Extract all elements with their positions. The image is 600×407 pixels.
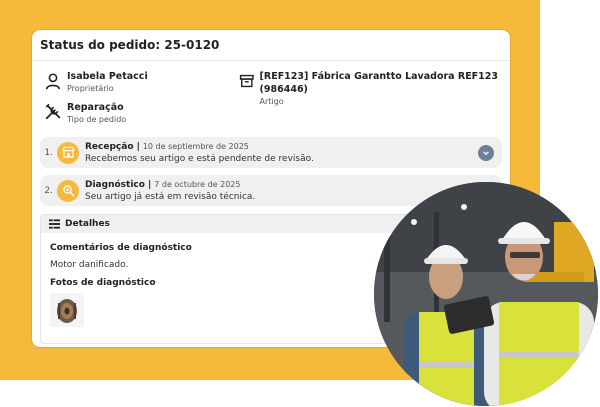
owner-info: Isabela Petacci Proprietário: [44, 70, 148, 95]
article-info: [REF123] Fábrica Garantto Lavadora REF12…: [239, 70, 510, 108]
order-type-name: Reparação: [67, 102, 124, 113]
page-title: Status do pedido: 25-0120: [32, 30, 510, 61]
step-title: Diagnóstico |: [85, 179, 152, 190]
owner-name: Isabela Petacci: [67, 71, 148, 82]
step-number: 1.: [44, 147, 53, 158]
diagnosis-photo-thumbnail[interactable]: [50, 293, 84, 327]
step-title: Recepção |: [85, 141, 140, 152]
chevron-down-icon[interactable]: [478, 145, 494, 161]
article-role: Artigo: [259, 97, 284, 106]
step-number: 2.: [44, 185, 53, 196]
workers-photo: [374, 182, 598, 406]
order-type-info: Reparação Tipo de pedido: [44, 101, 126, 126]
list-icon: [49, 219, 60, 229]
details-title: Detalhes: [65, 219, 110, 229]
step-reception[interactable]: 1. Recepção | 10 de septiembre de 2025 R…: [40, 137, 502, 168]
storefront-icon: [57, 141, 79, 164]
owner-role: Proprietário: [67, 84, 114, 93]
comments-text: Motor danificado.: [50, 260, 129, 270]
order-type-label: Tipo de pedido: [67, 115, 127, 124]
archive-box-icon: [239, 74, 254, 88]
step-description: Seu artigo já está em revisão técnica.: [85, 191, 256, 202]
article-name: [REF123] Fábrica Garantto Lavadora REF12…: [259, 71, 499, 95]
step-date: 7 de octubre de 2025: [154, 179, 241, 189]
magnifier-icon: [57, 179, 79, 202]
photos-label: Fotos de diagnóstico: [50, 278, 156, 288]
comments-label: Comentários de diagnóstico: [50, 243, 192, 253]
user-icon: [45, 73, 61, 90]
tools-icon: [45, 103, 61, 120]
step-description: Recebemos seu artigo e está pendente de …: [85, 153, 314, 164]
step-date: 10 de septiembre de 2025: [142, 141, 249, 151]
